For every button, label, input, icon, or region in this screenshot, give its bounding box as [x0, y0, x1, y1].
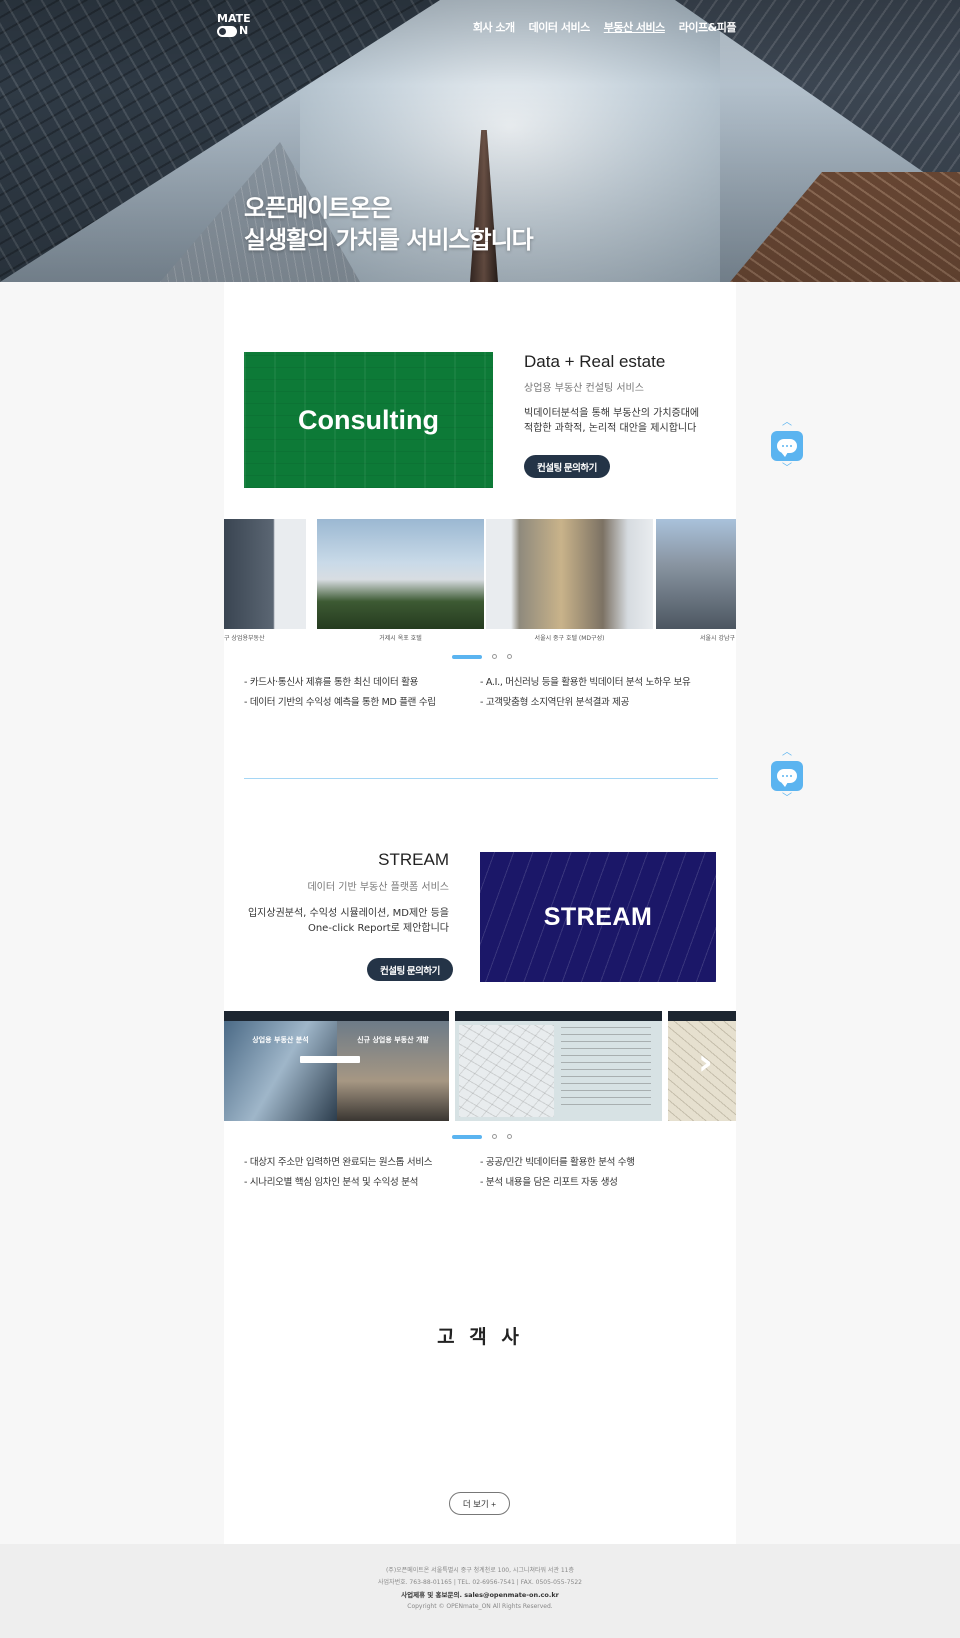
chat-bubble-icon [777, 439, 797, 457]
consulting-title: Data + Real estate [524, 352, 666, 371]
stream-desc-line1: 입지상권분석, 수익성 시뮬레이션, MD제안 등을 [247, 908, 449, 919]
slide-map [459, 1025, 554, 1117]
slide-caption: 구 상업용부동산 [224, 635, 265, 642]
stream-description: 입지상권분석, 수익성 시뮬레이션, MD제안 등을 One-click Rep… [248, 906, 449, 936]
site-footer: (주)오픈메이트온 서울특별시 중구 청계천로 100, 시그니쳐타워 서관 1… [0, 1544, 960, 1638]
carousel-slide[interactable] [455, 1011, 662, 1121]
chat-bubble-icon [777, 769, 797, 787]
pagination-dot[interactable] [492, 1134, 497, 1139]
nav-item-about[interactable]: 회사 소개 [473, 19, 515, 35]
slide-caption: 서울시 강남구 [700, 635, 736, 642]
slide-caption: 거제시 옥포 호텔 [379, 635, 422, 642]
hero-title-line1: 오픈메이트온은 [244, 194, 393, 222]
chat-button[interactable] [771, 431, 803, 461]
feature-item: - 대상지 주소만 입력하면 완료되는 원스톱 서비스 [244, 1157, 433, 1168]
chevron-up-icon[interactable]: ︿ [782, 418, 792, 428]
pagination-dot[interactable] [507, 1134, 512, 1139]
chevron-down-icon[interactable]: ﹀ [782, 794, 792, 804]
pagination-dot-active[interactable] [452, 1134, 482, 1139]
floating-chat-widget: ︿ ﹀ [770, 748, 804, 804]
stream-inquiry-button[interactable]: 컨설팅 문의하기 [367, 958, 453, 981]
chevron-down-icon[interactable]: ﹀ [782, 464, 792, 474]
nav-item-real-estate-service[interactable]: 부동산 서비스 [604, 19, 666, 35]
footer-contact: 사업제휴 및 홍보문의. sales@openmate-on.co.kr [401, 1591, 559, 1599]
pagination-dot[interactable] [507, 654, 512, 659]
site-logo[interactable]: MATE N [217, 13, 251, 37]
footer-address: (주)오픈메이트온 서울특별시 중구 청계천로 100, 시그니쳐타워 서관 1… [385, 1567, 575, 1574]
footer-business-info: 사업자번호. 763-88-01165 | TEL. 02-6956-7541 … [378, 1579, 582, 1586]
carousel-slide[interactable]: 상업용 부동산 분석 신규 상업용 부동산 개발 [224, 1011, 449, 1121]
slide-image [656, 519, 736, 629]
stream-carousel[interactable]: 상업용 부동산 분석 신규 상업용 부동산 개발 › [224, 1011, 736, 1121]
carousel-slide[interactable]: 거제시 옥포 호텔 [317, 519, 484, 642]
slide-text-right: 신규 상업용 부동산 개발 [357, 1036, 429, 1044]
main-nav: 회사 소개 데이터 서비스 부동산 서비스 라이프&피플 [473, 19, 737, 35]
feature-item: - 고객맞춤형 소지역단위 분석결과 제공 [480, 697, 630, 708]
chevron-up-icon[interactable]: ︿ [782, 748, 792, 758]
consulting-carousel-pagination [452, 654, 512, 659]
slide-topbar [668, 1011, 736, 1021]
main-content: Consulting Data + Real estate 상업용 부동산 컨설… [224, 282, 736, 1544]
slide-report-lines [561, 1027, 651, 1107]
slide-caption: 서울시 중구 호텔 (MD구성) [534, 635, 605, 642]
section-divider [244, 778, 718, 779]
stream-desc-line2: One-click Report로 제안합니다 [307, 923, 449, 934]
stream-subtitle: 데이터 기반 부동산 플랫폼 서비스 [307, 882, 449, 893]
feature-item: - 카드사·통신사 제휴를 통한 최신 데이터 활용 [244, 677, 419, 688]
feature-item: - 공공/민간 빅데이터를 활용한 분석 수행 [480, 1157, 635, 1168]
carousel-slide[interactable]: 서울시 중구 호텔 (MD구성) [486, 519, 653, 642]
slide-image [486, 519, 653, 629]
pagination-dot-active[interactable] [452, 654, 482, 659]
slide-image [224, 519, 306, 629]
slide-text-left: 상업용 부동산 분석 [252, 1036, 309, 1044]
carousel-next-icon[interactable]: › [698, 1043, 713, 1083]
nav-item-data-service[interactable]: 데이터 서비스 [529, 19, 591, 35]
consulting-subtitle: 상업용 부동산 컨설팅 서비스 [524, 383, 644, 394]
hero-title: 오픈메이트온은 실생활의 가치를 서비스합니다 [244, 192, 534, 256]
logo-text-bottom: N [239, 24, 249, 37]
slide-text-row: 상업용 부동산 분석 신규 상업용 부동산 개발 [224, 1035, 449, 1045]
slide-image [317, 519, 484, 629]
stream-image-text: STREAM [543, 902, 653, 931]
footer-copyright: Copyright © OPENmate_ON All Rights Reser… [407, 1603, 553, 1610]
feature-item: - A.I., 머신러닝 등을 활용한 빅데이터 분석 노하우 보유 [480, 677, 691, 688]
stream-feature-list: - 대상지 주소만 입력하면 완료되는 원스톱 서비스 - 공공/민간 빅데이터… [244, 1154, 714, 1188]
consulting-image: Consulting [244, 352, 493, 488]
floating-chat-widget: ︿ ﹀ [770, 418, 804, 474]
consulting-desc-line2: 적합한 과학적, 논리적 대안을 제시합니다 [524, 423, 697, 434]
logo-toggle-icon [217, 25, 237, 37]
consulting-description: 빅데이터분석을 통해 부동산의 가치증대에 적합한 과학적, 논리적 대안을 제… [524, 406, 699, 436]
carousel-slide[interactable]: 구 상업용부동산 [224, 519, 306, 642]
stream-title: STREAM [378, 850, 449, 869]
feature-item: - 시나리오별 핵심 임차인 분석 및 수익성 분석 [244, 1177, 419, 1188]
consulting-desc-line1: 빅데이터분석을 통해 부동산의 가치증대에 [524, 408, 700, 419]
feature-item: - 분석 내용을 담은 리포트 자동 생성 [480, 1177, 618, 1188]
carousel-slide[interactable]: 서울시 강남구 [656, 519, 736, 642]
hero-title-line2: 실생활의 가치를 서비스합니다 [244, 226, 534, 254]
stream-image: STREAM [480, 852, 716, 982]
slide-topbar [455, 1011, 662, 1021]
nav-item-life-people[interactable]: 라이프&피플 [679, 19, 737, 35]
stream-carousel-pagination [452, 1134, 512, 1139]
more-button[interactable]: 더 보기 + [449, 1492, 510, 1515]
consulting-feature-list: - 카드사·통신사 제휴를 통한 최신 데이터 활용 - A.I., 머신러닝 … [244, 674, 714, 708]
consulting-carousel[interactable]: 구 상업용부동산 거제시 옥포 호텔 서울시 중구 호텔 (MD구성) 서울시 … [224, 519, 736, 644]
feature-item: - 데이터 기반의 수익성 예측을 통한 MD 플랜 수립 [244, 697, 436, 708]
chat-button[interactable] [771, 761, 803, 791]
consulting-inquiry-button[interactable]: 컨설팅 문의하기 [524, 455, 610, 478]
clients-title: 고 객 사 [437, 1326, 523, 1348]
slide-search-box [300, 1056, 360, 1063]
hero-banner: MATE N 회사 소개 데이터 서비스 부동산 서비스 라이프&피플 오픈메이… [0, 0, 960, 282]
pagination-dot[interactable] [492, 654, 497, 659]
consulting-image-text: Consulting [298, 404, 439, 435]
